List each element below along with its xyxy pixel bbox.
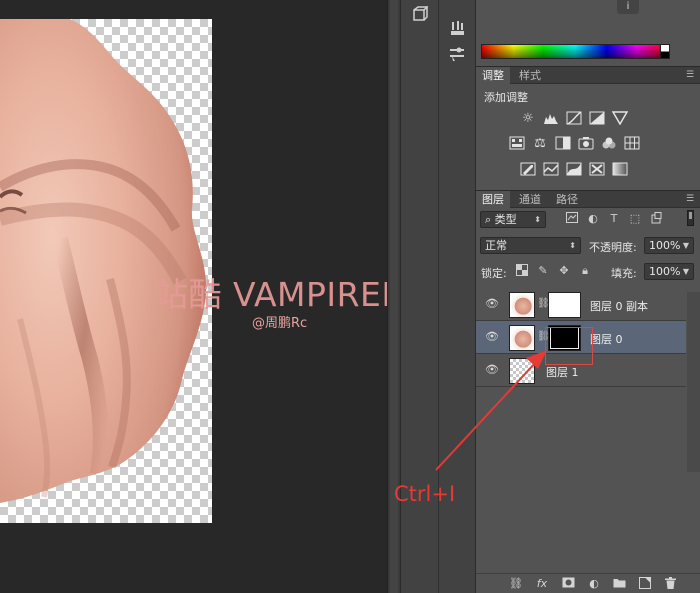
mask-link-icon[interactable]: ⛓︎ <box>537 330 550 344</box>
selective-color-icon[interactable] <box>589 162 605 178</box>
layer-thumbnail[interactable] <box>509 292 535 318</box>
opacity-label: 不透明度: <box>589 241 637 254</box>
author-credit: @周鹏Rc <box>252 316 308 331</box>
fill-value: 100% <box>649 265 681 278</box>
levels-icon[interactable] <box>543 111 559 127</box>
brush-presets-icon[interactable] <box>446 20 468 42</box>
layer-row[interactable]: 👁︎ 图层 1 <box>476 354 686 387</box>
new-layer-icon[interactable] <box>638 577 652 591</box>
lock-position-move-icon[interactable]: ✥ <box>557 264 571 278</box>
delete-layer-icon[interactable] <box>663 577 677 591</box>
tab-channels[interactable]: 通道 <box>513 191 547 208</box>
black-white-icon[interactable] <box>555 136 571 152</box>
opacity-field[interactable]: 100% ▼ <box>644 237 694 254</box>
channel-mixer-icon[interactable] <box>601 136 617 152</box>
filter-smart-object-icon[interactable] <box>649 212 663 226</box>
brightness-icon[interactable]: ☼ <box>520 111 536 127</box>
visibility-eye-icon[interactable]: 👁︎ <box>485 298 499 310</box>
posterize-icon[interactable] <box>543 162 559 178</box>
layer-name[interactable]: 图层 0 副本 <box>590 298 648 314</box>
filter-adjustment-icon[interactable]: ◐ <box>586 212 600 226</box>
layer-row[interactable]: 👁︎ ⛓︎ 图层 0 副本 <box>476 288 686 321</box>
tab-styles[interactable]: 样式 <box>513 67 547 84</box>
curves-icon[interactable] <box>566 111 582 127</box>
layers-panel-menu-icon[interactable]: ☰ <box>686 194 696 204</box>
color-panel: i <box>476 0 700 66</box>
layer-name[interactable]: 图层 1 <box>546 364 579 380</box>
filter-shape-icon[interactable]: ⬚ <box>628 212 642 226</box>
filter-type-icon[interactable]: T <box>607 212 621 226</box>
color-lookup-icon[interactable] <box>624 136 640 152</box>
adjustment-layer-icon[interactable]: ◐ <box>587 577 601 591</box>
filter-pixel-icon[interactable] <box>565 212 579 226</box>
lock-transparent-icon[interactable] <box>515 264 529 278</box>
opacity-caret-icon[interactable]: ▼ <box>683 238 689 253</box>
filter-toggle-knob <box>689 212 692 219</box>
fill-caret-icon[interactable]: ▼ <box>683 264 689 279</box>
lock-pixels-brush-icon[interactable]: ✎ <box>536 264 550 278</box>
adjustments-panel: 添加调整 ☼ ⚖ <box>476 86 700 190</box>
exposure-icon[interactable] <box>589 111 605 127</box>
fill-field[interactable]: 100% ▼ <box>644 263 694 280</box>
info-icon[interactable]: i <box>617 0 639 14</box>
blend-mode-select[interactable]: 正常 ⬍ <box>480 237 581 254</box>
layers-scrollbar[interactable] <box>687 292 700 472</box>
vibrance-icon[interactable] <box>611 111 629 127</box>
blend-caret-icon: ⬍ <box>569 241 576 250</box>
layer-thumbnail[interactable] <box>509 325 535 351</box>
panel-menu-icon[interactable]: ☰ <box>686 70 696 80</box>
visibility-eye-icon[interactable]: 👁︎ <box>485 331 499 343</box>
blend-mode-value: 正常 <box>485 239 507 252</box>
shortcut-annotation: Ctrl+I <box>394 482 456 506</box>
layers-panel: ⌕ 类型 ⬍ ◐ T ⬚ 正常 ⬍ 不透明度: 100% ▼ 锁定: ✎ ✥ 🔒… <box>476 208 700 593</box>
photo-filter-icon[interactable] <box>578 136 594 152</box>
invert-icon[interactable] <box>520 162 536 178</box>
color-balance-icon[interactable]: ⚖ <box>532 136 548 152</box>
watermark-text: 站酷 VAMPIREE <box>155 275 403 314</box>
right-panels: i 调整 样式 ☰ 添加调整 ☼ ⚖ 图层 通道 路径 ☰ ⌕ 类型 ⬍ ◐ T… <box>475 0 700 593</box>
adjustments-tabbar: 调整 样式 ☰ <box>476 66 700 84</box>
new-group-icon[interactable] <box>612 577 626 591</box>
3d-cube-icon[interactable] <box>409 5 431 28</box>
filter-kind-value: 类型 <box>494 213 517 226</box>
opacity-value: 100% <box>649 239 681 252</box>
filter-toggle-switch[interactable] <box>687 210 694 226</box>
visibility-eye-icon[interactable]: 👁︎ <box>485 364 499 376</box>
tab-adjustments[interactable]: 调整 <box>476 67 510 84</box>
hue-saturation-icon[interactable] <box>509 136 525 152</box>
add-mask-icon[interactable] <box>561 577 575 591</box>
threshold-icon[interactable] <box>566 162 582 178</box>
layer-name[interactable]: 图层 0 <box>590 331 623 347</box>
layer-filter-select[interactable]: ⌕ 类型 ⬍ <box>480 211 546 228</box>
fill-label: 填充: <box>611 267 637 280</box>
black-white-swatch[interactable] <box>660 44 670 59</box>
layer-mask-thumbnail[interactable] <box>548 292 581 318</box>
gradient-map-icon[interactable] <box>612 162 628 178</box>
color-spectrum[interactable] <box>481 44 669 59</box>
photoshop-window: 站酷 VAMPIREE @周鹏Rc i 调整 样式 ☰ 添加调整 ☼ ⚖ 图层 … <box>0 0 700 593</box>
layer-row-selected[interactable]: 👁︎ ⛓︎ 图层 0 <box>476 321 686 354</box>
tab-paths[interactable]: 路径 <box>550 191 584 208</box>
lock-label: 锁定: <box>481 267 507 280</box>
link-layers-icon[interactable]: ⛓︎ <box>509 577 523 591</box>
lock-all-icon[interactable]: 🔒︎ <box>578 264 592 278</box>
layer-mask-thumbnail[interactable] <box>548 325 581 351</box>
filter-caret-icon: ⬍ <box>534 215 541 224</box>
tab-layers[interactable]: 图层 <box>476 191 510 208</box>
filter-search-icon: ⌕ <box>485 213 495 226</box>
layers-tabbar: 图层 通道 路径 ☰ <box>476 190 700 208</box>
layer-thumbnail[interactable] <box>509 358 535 384</box>
adjustments-title: 添加调整 <box>484 91 528 104</box>
brush-settings-icon[interactable] <box>446 46 468 68</box>
canvas-area[interactable]: 站酷 VAMPIREE @周鹏Rc <box>0 0 402 593</box>
fx-icon[interactable]: fx <box>535 577 549 591</box>
mask-link-icon[interactable]: ⛓︎ <box>537 297 550 311</box>
layers-footer: ⛓︎ fx ◐ <box>476 573 700 593</box>
